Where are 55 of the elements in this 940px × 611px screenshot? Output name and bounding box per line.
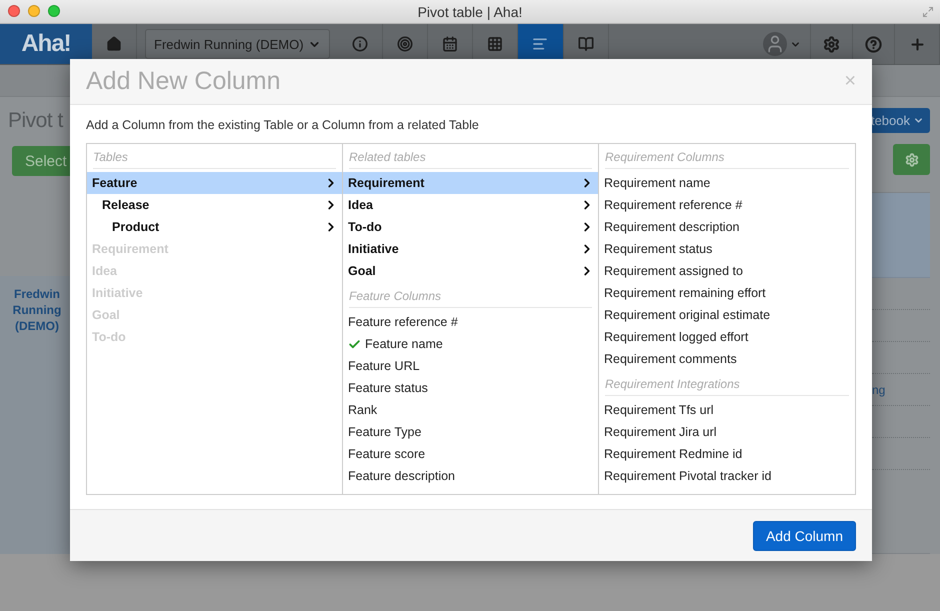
table-cell-text: ng [872, 383, 886, 399]
column-option[interactable]: Requirement Redmine id [599, 443, 855, 465]
plus-icon [908, 36, 926, 52]
window-zoom-button[interactable] [48, 5, 60, 17]
column-option[interactable]: Feature name [343, 333, 598, 355]
column-option[interactable]: Requirement Pivotal tracker id [599, 465, 855, 487]
column-option[interactable]: Feature status [343, 377, 598, 399]
column-header: Requirement Columns [605, 144, 849, 169]
grid-icon [486, 36, 503, 52]
target-icon [396, 36, 413, 52]
settings-icon [823, 36, 840, 52]
column-option[interactable]: Feature URL [343, 355, 598, 377]
column-option[interactable]: Feature score [343, 443, 598, 465]
home-icon [106, 36, 122, 52]
calendar-icon [442, 36, 458, 52]
table-item[interactable]: Release [87, 194, 342, 216]
column-option[interactable]: Requirement Jira url [599, 421, 855, 443]
add-column-button[interactable]: Add Column [752, 520, 856, 550]
column-option[interactable]: Requirement status [599, 238, 855, 260]
info-icon [352, 36, 368, 52]
column-option[interactable]: Requirement description [599, 216, 855, 238]
column-option[interactable]: Requirement remaining effort [599, 282, 855, 304]
logo[interactable]: Aha! [0, 24, 92, 64]
column-option[interactable]: Requirement reference # [599, 194, 855, 216]
window-title: Pivot table | Aha! [418, 4, 522, 20]
avatar-icon [762, 32, 786, 56]
related-table-item[interactable]: Requirement [343, 172, 598, 194]
related-table-item[interactable]: Initiative [343, 238, 598, 260]
column-option[interactable]: Rank [343, 399, 598, 421]
column-option[interactable]: Requirement comments [599, 348, 855, 370]
column-option[interactable]: Feature reference # [343, 311, 598, 333]
dialog-description: Add a Column from the existing Table or a Column from a related Table [86, 118, 480, 132]
dialog-title: Add New Column [86, 67, 281, 96]
column-option[interactable]: Requirement name [599, 172, 855, 194]
column-option[interactable]: Requirement original estimate [599, 304, 855, 326]
related-table-item[interactable]: Goal [343, 260, 598, 282]
book-icon [578, 36, 594, 52]
column-option[interactable]: Feature Type [343, 421, 598, 443]
window-close-button[interactable] [8, 5, 20, 17]
column-option[interactable]: Requirement Tfs url [599, 399, 855, 421]
settings-button[interactable] [893, 144, 930, 175]
column-option[interactable]: Requirement assigned to [599, 260, 855, 282]
help-icon [865, 36, 882, 52]
related-table-item[interactable]: Idea [343, 194, 598, 216]
column-header: Tables [93, 144, 336, 169]
column-option[interactable]: Feature description [343, 465, 598, 487]
column-header: Related tables [349, 144, 592, 169]
section-header: Requirement Integrations [605, 370, 849, 396]
table-item[interactable]: Feature [87, 172, 342, 194]
settings-icon [904, 152, 918, 166]
table-item[interactable]: Product [87, 216, 342, 238]
list-icon [532, 36, 548, 52]
related-table-item[interactable]: To-do [343, 216, 598, 238]
section-header: Feature Columns [349, 282, 592, 308]
column-option[interactable]: Requirement logged effort [599, 326, 855, 348]
